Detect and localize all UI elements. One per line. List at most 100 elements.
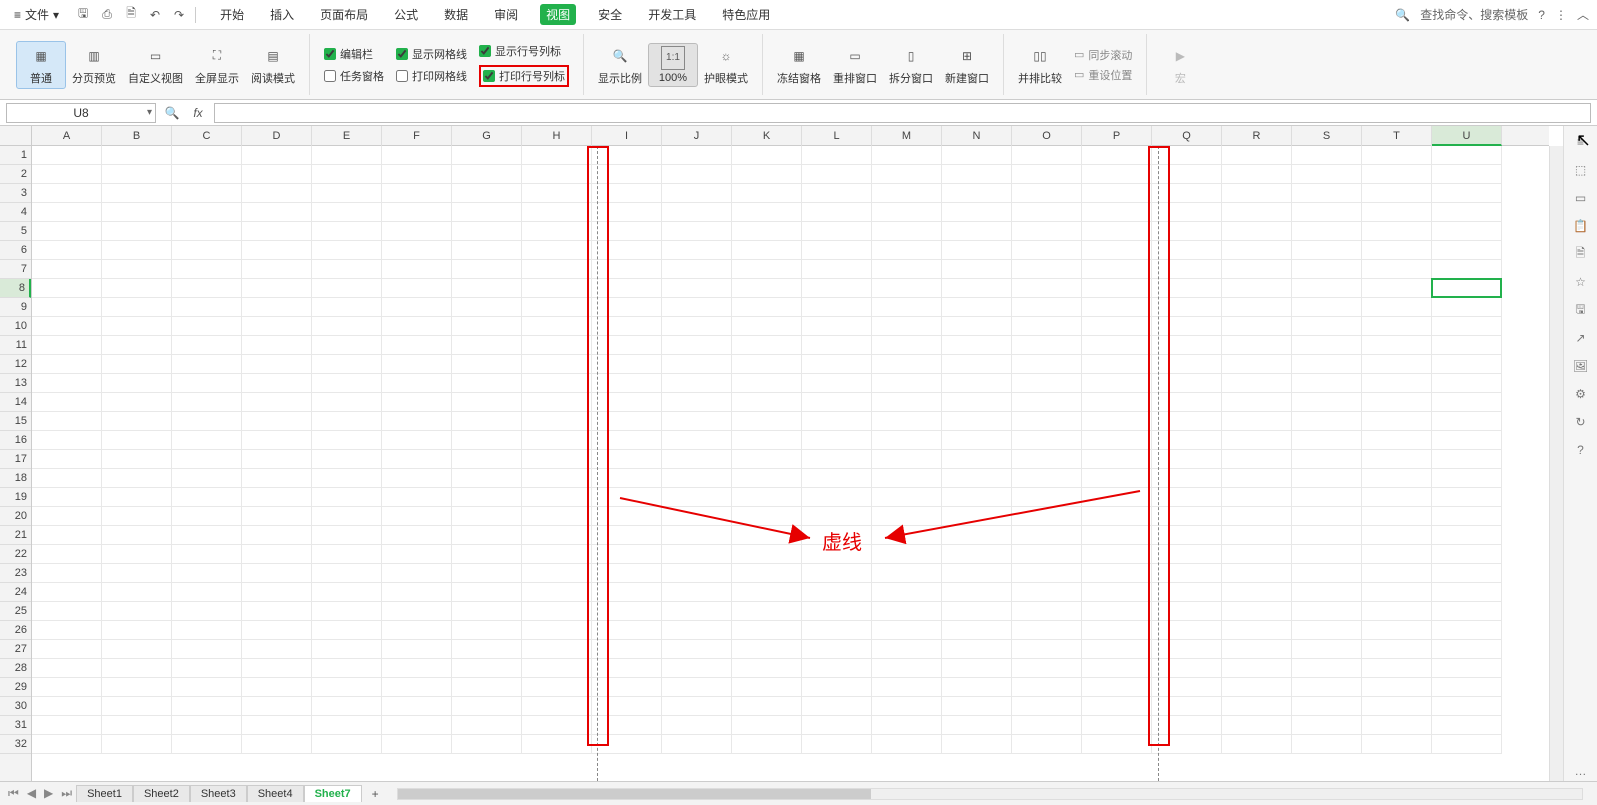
search-label[interactable]: 查找命令、搜索模板 — [1420, 6, 1528, 23]
cells-area[interactable] — [32, 146, 1549, 781]
row-header-31[interactable]: 31 — [0, 716, 31, 735]
add-sheet-button[interactable]: + — [364, 785, 387, 803]
tab-start[interactable]: 开始 — [216, 4, 248, 25]
print-icon[interactable]: ⎙ — [99, 7, 115, 23]
chk-showgrid[interactable]: 显示网格线 — [396, 46, 467, 62]
horizontal-scrollbar[interactable] — [397, 788, 1583, 800]
name-box[interactable]: U8 ▾ — [6, 103, 156, 123]
sheet-nav-first[interactable]: ⏮ — [6, 786, 21, 801]
zoom-ratio-button[interactable]: 🔍 显示比例 — [592, 42, 648, 88]
redo-icon[interactable]: ↷ — [171, 7, 187, 23]
row-header-10[interactable]: 10 — [0, 317, 31, 336]
sidepanel-clipboard-icon[interactable]: 📋 — [1571, 216, 1591, 236]
macro-button[interactable]: ▶ 宏 — [1155, 42, 1205, 88]
newwin-button[interactable]: ⊞ 新建窗口 — [939, 42, 995, 88]
col-header-T[interactable]: T — [1362, 126, 1432, 146]
freeze-button[interactable]: ▦ 冻结窗格 — [771, 42, 827, 88]
sheet-nav-last[interactable]: ⏭ — [59, 786, 74, 801]
row-header-16[interactable]: 16 — [0, 431, 31, 450]
col-header-K[interactable]: K — [732, 126, 802, 146]
sidepanel-toggle-icon[interactable]: ≡ — [1571, 132, 1591, 152]
chk-editbar[interactable]: 编辑栏 — [324, 46, 384, 62]
row-header-30[interactable]: 30 — [0, 697, 31, 716]
row-header-5[interactable]: 5 — [0, 222, 31, 241]
col-header-L[interactable]: L — [802, 126, 872, 146]
col-header-E[interactable]: E — [312, 126, 382, 146]
tab-security[interactable]: 安全 — [594, 4, 626, 25]
search-icon[interactable]: 🔍 — [1395, 8, 1410, 22]
sidepanel-share-icon[interactable]: ↗ — [1571, 328, 1591, 348]
sheet-tab-Sheet4[interactable]: Sheet4 — [247, 785, 304, 802]
file-menu-button[interactable]: ≡ 文件 ▾ — [8, 4, 65, 25]
tab-special[interactable]: 特色应用 — [718, 4, 774, 25]
sidebyside-button[interactable]: ▯▯ 并排比较 — [1012, 42, 1068, 88]
save-icon[interactable]: 🖫 — [75, 7, 91, 23]
sidepanel-image-icon[interactable]: 🖼 — [1571, 356, 1591, 376]
row-header-20[interactable]: 20 — [0, 507, 31, 526]
row-header-13[interactable]: 13 — [0, 374, 31, 393]
col-header-G[interactable]: G — [452, 126, 522, 146]
chk-printgrid[interactable]: 打印网格线 — [396, 68, 467, 84]
select-all-corner[interactable] — [0, 126, 32, 146]
view-pagebreak-button[interactable]: ▥ 分页预览 — [66, 42, 122, 88]
zoom-100-button[interactable]: 1:1 100% — [648, 43, 698, 87]
help-icon[interactable]: ? — [1538, 8, 1545, 22]
col-header-O[interactable]: O — [1012, 126, 1082, 146]
preview-icon[interactable]: 🗎 — [123, 7, 139, 23]
row-header-21[interactable]: 21 — [0, 526, 31, 545]
formula-input[interactable] — [214, 103, 1591, 123]
sheet-nav-next[interactable]: ▶ — [42, 786, 55, 801]
col-header-M[interactable]: M — [872, 126, 942, 146]
row-header-27[interactable]: 27 — [0, 640, 31, 659]
syncscroll-button[interactable]: ▭同步滚动 — [1074, 47, 1132, 63]
tab-devtools[interactable]: 开发工具 — [644, 4, 700, 25]
chevron-down-icon[interactable]: ▾ — [147, 107, 152, 118]
split-button[interactable]: ▯ 拆分窗口 — [883, 42, 939, 88]
sidepanel-save-icon[interactable]: 🖫 — [1571, 300, 1591, 320]
col-header-C[interactable]: C — [172, 126, 242, 146]
sidepanel-layers-icon[interactable]: ▭ — [1571, 188, 1591, 208]
row-header-22[interactable]: 22 — [0, 545, 31, 564]
tab-insert[interactable]: 插入 — [266, 4, 298, 25]
col-header-J[interactable]: J — [662, 126, 732, 146]
col-header-A[interactable]: A — [32, 126, 102, 146]
row-header-18[interactable]: 18 — [0, 469, 31, 488]
row-header-32[interactable]: 32 — [0, 735, 31, 754]
row-header-1[interactable]: 1 — [0, 146, 31, 165]
view-fullscreen-button[interactable]: ⛶ 全屏显示 — [189, 42, 245, 88]
sheet-nav-prev[interactable]: ◀ — [25, 786, 38, 801]
sidepanel-more-icon[interactable]: … — [1571, 761, 1591, 781]
col-header-Q[interactable]: Q — [1152, 126, 1222, 146]
row-header-24[interactable]: 24 — [0, 583, 31, 602]
col-header-D[interactable]: D — [242, 126, 312, 146]
more-icon[interactable]: ⋮ — [1555, 8, 1567, 22]
row-header-9[interactable]: 9 — [0, 298, 31, 317]
row-header-28[interactable]: 28 — [0, 659, 31, 678]
row-header-11[interactable]: 11 — [0, 336, 31, 355]
row-header-4[interactable]: 4 — [0, 203, 31, 222]
row-header-12[interactable]: 12 — [0, 355, 31, 374]
row-header-23[interactable]: 23 — [0, 564, 31, 583]
col-header-P[interactable]: P — [1082, 126, 1152, 146]
row-header-19[interactable]: 19 — [0, 488, 31, 507]
row-header-15[interactable]: 15 — [0, 412, 31, 431]
col-header-F[interactable]: F — [382, 126, 452, 146]
row-header-29[interactable]: 29 — [0, 678, 31, 697]
chk-printhdr[interactable]: 打印行号列标 — [479, 65, 569, 87]
sidepanel-select-icon[interactable]: ⬚ — [1571, 160, 1591, 180]
row-header-26[interactable]: 26 — [0, 621, 31, 640]
tab-view[interactable]: 视图 — [540, 4, 576, 25]
collapse-icon[interactable]: ︿ — [1577, 6, 1589, 23]
vertical-scrollbar[interactable] — [1549, 146, 1563, 781]
eyecare-button[interactable]: ☼ 护眼模式 — [698, 42, 754, 88]
row-header-6[interactable]: 6 — [0, 241, 31, 260]
view-readmode-button[interactable]: ▤ 阅读模式 — [245, 42, 301, 88]
column-headers[interactable]: ABCDEFGHIJKLMNOPQRSTU — [32, 126, 1549, 146]
row-headers[interactable]: 1234567891011121314151617181920212223242… — [0, 146, 32, 781]
sidepanel-star-icon[interactable]: ☆ — [1571, 272, 1591, 292]
col-header-I[interactable]: I — [592, 126, 662, 146]
arrange-button[interactable]: ▭ 重排窗口 — [827, 42, 883, 88]
col-header-R[interactable]: R — [1222, 126, 1292, 146]
view-custom-button[interactable]: ▭ 自定义视图 — [122, 42, 189, 88]
chk-taskpane[interactable]: 任务窗格 — [324, 68, 384, 84]
